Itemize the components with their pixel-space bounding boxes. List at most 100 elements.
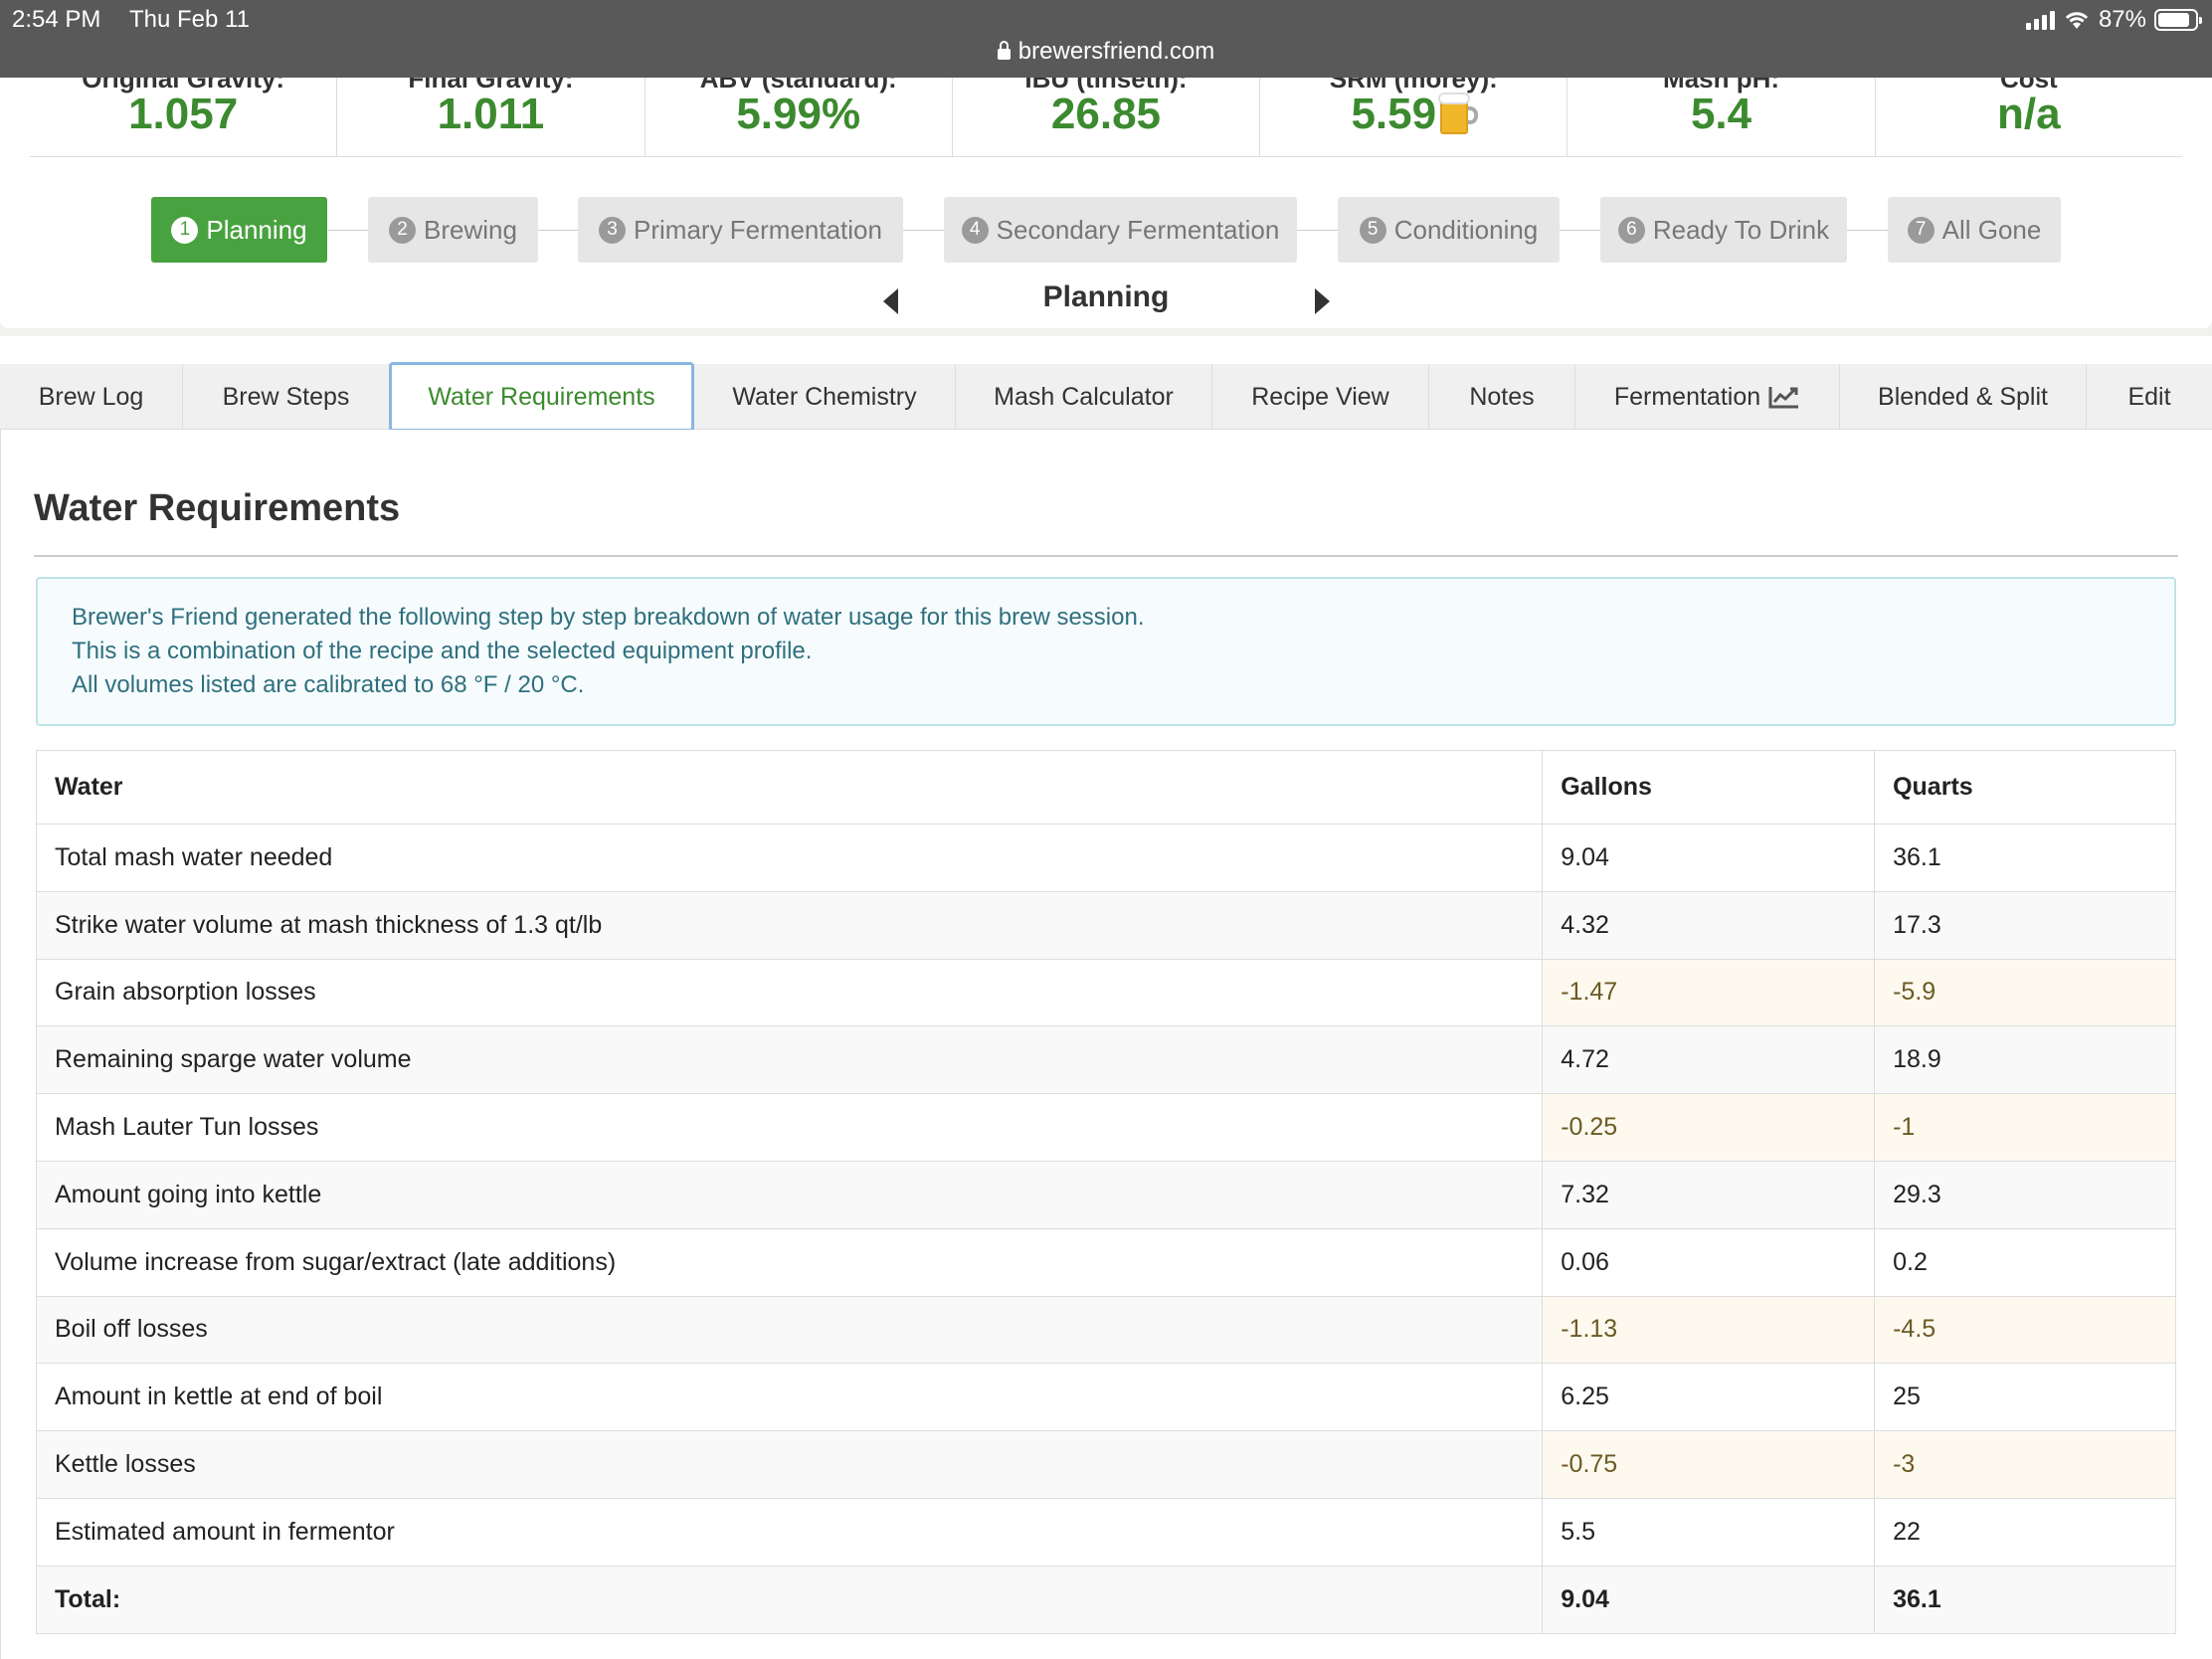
- browser-status-bar: 2:54 PM Thu Feb 11 87% brewersfriend.com: [0, 0, 2212, 78]
- table-row: Amount going into kettle 7.32 29.3: [35, 1160, 2176, 1229]
- battery-icon: [2154, 9, 2202, 31]
- stage-label: Primary Fermentation: [634, 214, 882, 245]
- beer-mug-icon: [1438, 92, 1479, 134]
- next-stage-arrow-icon[interactable]: [1315, 288, 1330, 314]
- stat-original-gravity: Original Gravity: 1.057: [30, 78, 338, 156]
- quarts-cell: -1: [1874, 1093, 2176, 1162]
- stat-value: 5.59: [1351, 90, 1437, 138]
- stat-srm: SRM (morey): 5.59: [1260, 78, 1568, 156]
- stage-number: 4: [961, 216, 989, 244]
- column-header-gallons: Gallons: [1542, 750, 1876, 825]
- tab-brew-log[interactable]: Brew Log: [0, 364, 183, 430]
- tab-fermentation[interactable]: Fermentation: [1575, 364, 1840, 430]
- gallons-cell: 9.04: [1542, 824, 1876, 892]
- stage-all-gone[interactable]: 7 All Gone: [1888, 197, 2061, 263]
- stat-value: 1.011: [437, 90, 545, 138]
- gallons-cell: 4.72: [1542, 1025, 1876, 1095]
- battery-percent: 87%: [2098, 6, 2146, 33]
- row-label: Strike water volume at mash thickness of…: [35, 890, 1544, 960]
- current-stage-label: Planning: [1042, 280, 1170, 313]
- table-header-row: Water Gallons Quarts: [35, 750, 2176, 825]
- tab-blended-split[interactable]: Blended & Split: [1840, 364, 2087, 430]
- tab-recipe-view[interactable]: Recipe View: [1212, 364, 1429, 430]
- quarts-cell: 0.2: [1874, 1227, 2176, 1297]
- stage-secondary-fermentation[interactable]: 4 Secondary Fermentation: [944, 197, 1297, 263]
- table-row: Mash Lauter Tun losses -0.25 -1: [35, 1093, 2176, 1162]
- stage-conditioning[interactable]: 5 Conditioning: [1338, 197, 1560, 263]
- status-time: 2:54 PM: [12, 6, 101, 33]
- stage-number: 1: [171, 216, 199, 244]
- table-row: Total mash water needed 9.04 36.1: [35, 824, 2176, 892]
- quarts-cell: -3: [1874, 1430, 2176, 1499]
- lock-icon: [997, 41, 1011, 60]
- gallons-cell: 6.25: [1542, 1363, 1876, 1432]
- tab-notes[interactable]: Notes: [1429, 364, 1575, 430]
- quarts-cell: 36.1: [1874, 824, 2176, 892]
- gallons-cell: -0.75: [1542, 1430, 1876, 1499]
- stat-ibu: IBU (tinseth): 26.85: [953, 78, 1261, 156]
- quarts-cell: 22: [1874, 1497, 2176, 1567]
- stage-label: Brewing: [424, 214, 517, 245]
- stat-value: 5.4: [1690, 90, 1752, 138]
- row-label: Amount in kettle at end of boil: [35, 1363, 1544, 1432]
- tab-mash-calculator[interactable]: Mash Calculator: [956, 364, 1212, 430]
- stage-number: 2: [389, 216, 417, 244]
- info-line: All volumes listed are calibrated to 68 …: [72, 671, 585, 698]
- row-label: Total mash water needed: [35, 824, 1544, 892]
- row-label: Kettle losses: [35, 1430, 1544, 1499]
- stage-primary-fermentation[interactable]: 3 Primary Fermentation: [578, 197, 903, 263]
- table-row: Grain absorption losses -1.47 -5.9: [35, 958, 2176, 1027]
- stage-number: 6: [1617, 216, 1645, 244]
- cellular-signal-icon: [2025, 10, 2055, 30]
- brew-session-tabs: Brew Log Brew Steps Water Requirements W…: [0, 362, 2212, 432]
- row-label: Amount going into kettle: [35, 1160, 1544, 1229]
- brew-stage-stepper: 1 Planning 2 Brewing 3 Primary Fermentation…: [0, 197, 2212, 263]
- gallons-cell: 0.06: [1542, 1227, 1876, 1297]
- row-label: Volume increase from sugar/extract (late…: [35, 1227, 1544, 1297]
- status-indicators: 87%: [2025, 6, 2202, 34]
- stat-value: 1.057: [128, 90, 239, 138]
- table-row: Strike water volume at mash thickness of…: [35, 890, 2176, 960]
- gallons-cell: -0.25: [1542, 1093, 1876, 1162]
- section-title: Water Requirements: [34, 487, 401, 529]
- tab-edit[interactable]: Edit: [2087, 364, 2212, 430]
- tab-water-requirements[interactable]: Water Requirements: [389, 362, 694, 432]
- stat-cost: Cost n/a: [1876, 78, 2182, 156]
- row-label: Boil off losses: [35, 1295, 1544, 1365]
- gallons-cell: 7.32: [1542, 1160, 1876, 1229]
- stat-value: n/a: [1997, 90, 2061, 138]
- stage-label: All Gone: [1941, 214, 2042, 245]
- quarts-cell: -5.9: [1874, 958, 2176, 1027]
- stage-label: Conditioning: [1393, 214, 1539, 245]
- stage-ready-to-drink[interactable]: 6 Ready To Drink: [1600, 197, 1847, 263]
- stage-brewing[interactable]: 2 Brewing: [368, 197, 538, 263]
- recipe-stats: Original Gravity: 1.057 Final Gravity: 1.0…: [30, 78, 2182, 157]
- quarts-cell: 29.3: [1874, 1160, 2176, 1229]
- line-chart-icon: [1768, 387, 1799, 409]
- status-date: Thu Feb 11: [129, 6, 250, 33]
- quarts-cell: 17.3: [1874, 890, 2176, 960]
- total-gallons: 9.04: [1542, 1565, 1876, 1634]
- water-requirements-table: Water Gallons Quarts Total mash water ne…: [35, 750, 2176, 1634]
- table-row: Remaining sparge water volume 4.72 18.9: [35, 1025, 2176, 1095]
- stat-abv: ABV (standard): 5.99%: [645, 78, 953, 156]
- stage-label: Ready To Drink: [1652, 214, 1830, 245]
- table-row: Volume increase from sugar/extract (late…: [35, 1227, 2176, 1297]
- tab-brew-steps[interactable]: Brew Steps: [183, 364, 390, 430]
- info-line: Brewer's Friend generated the following …: [72, 604, 1145, 631]
- table-row: Amount in kettle at end of boil 6.25 25: [35, 1363, 2176, 1432]
- column-header-water: Water: [35, 750, 1544, 825]
- gallons-cell: -1.47: [1542, 958, 1876, 1027]
- address-bar[interactable]: brewersfriend.com: [0, 38, 2212, 66]
- stat-mash-ph: Mash pH: 5.4: [1567, 78, 1876, 156]
- info-alert: Brewer's Friend generated the following …: [36, 577, 2176, 726]
- stage-planning[interactable]: 1 Planning: [151, 197, 327, 263]
- tab-water-chemistry[interactable]: Water Chemistry: [694, 364, 956, 430]
- stage-label: Secondary Fermentation: [996, 214, 1280, 245]
- quarts-cell: -4.5: [1874, 1295, 2176, 1365]
- info-line: This is a combination of the recipe and …: [72, 638, 813, 664]
- wifi-icon: [2065, 12, 2089, 29]
- stat-value: 26.85: [1050, 90, 1162, 138]
- stage-number: 3: [599, 216, 627, 244]
- row-label: Mash Lauter Tun losses: [35, 1093, 1544, 1162]
